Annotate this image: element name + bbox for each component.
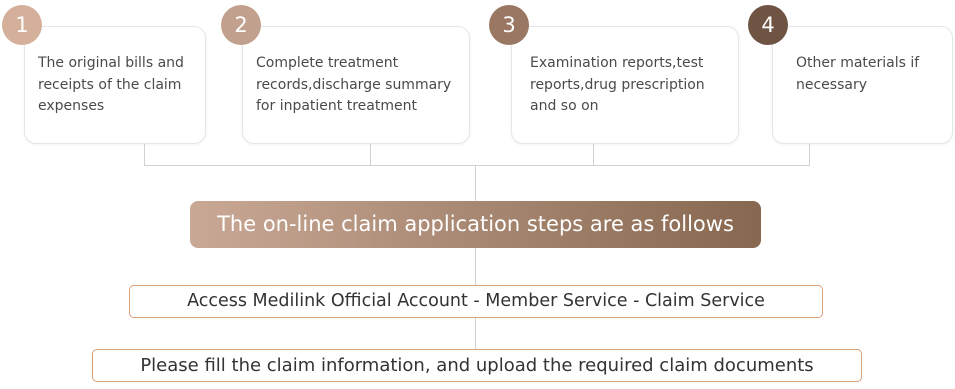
requirement-card-2-text: Complete treatment records,discharge sum… xyxy=(256,55,452,114)
requirement-card-1-text: The original bills and receipts of the c… xyxy=(38,55,184,114)
requirement-card-4-text: Other materials if necessary xyxy=(796,55,920,93)
connector-banner-to-step1 xyxy=(475,248,476,285)
requirement-card-3: Examination reports,test reports,drug pr… xyxy=(511,26,739,144)
step-number-badge-2: 2 xyxy=(221,5,261,45)
claim-step-fill-upload: Please fill the claim information, and u… xyxy=(92,349,862,382)
requirement-card-2: Complete treatment records,discharge sum… xyxy=(242,26,470,144)
connector-drop-4 xyxy=(809,144,810,166)
connector-step1-to-step2 xyxy=(475,318,476,349)
step-number-badge-3: 3 xyxy=(489,5,529,45)
claim-step-access-account: Access Medilink Official Account - Membe… xyxy=(129,285,823,318)
connector-drop-2 xyxy=(370,144,371,166)
requirement-card-3-text: Examination reports,test reports,drug pr… xyxy=(530,55,705,114)
connector-horizontal xyxy=(144,165,810,166)
step-number-badge-4: 4 xyxy=(748,5,788,45)
connector-to-banner xyxy=(475,165,476,201)
connector-drop-3 xyxy=(593,144,594,166)
requirement-card-4: Other materials if necessary xyxy=(772,26,953,144)
requirement-card-1: The original bills and receipts of the c… xyxy=(24,26,206,144)
connector-drop-1 xyxy=(144,144,145,166)
claim-steps-banner: The on-line claim application steps are … xyxy=(190,201,761,248)
step-number-badge-1: 1 xyxy=(2,5,42,45)
